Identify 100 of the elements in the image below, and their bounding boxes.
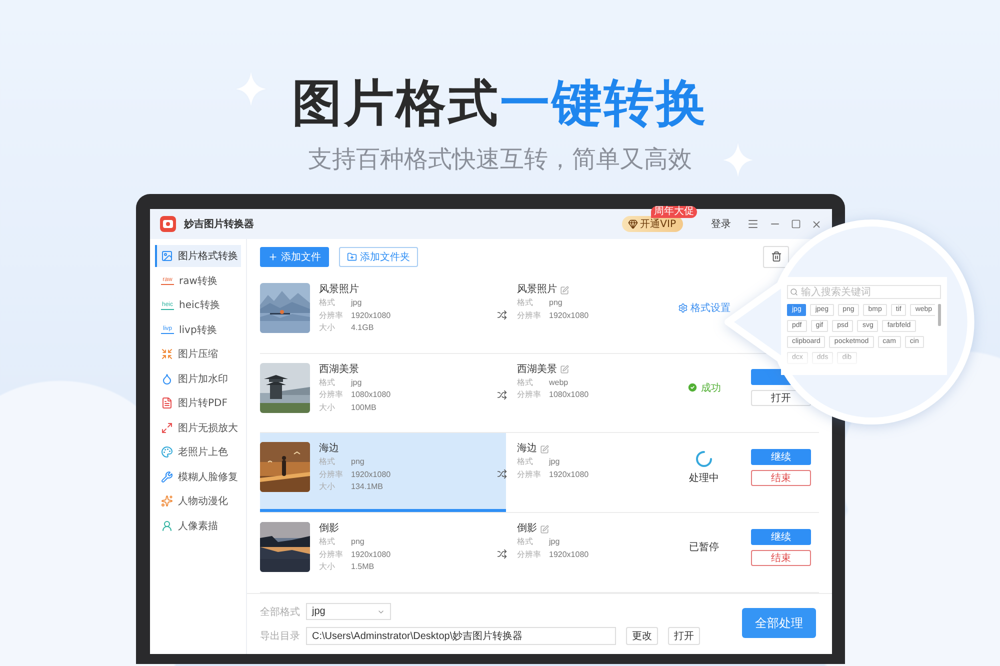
edit-icon[interactable] [560, 286, 569, 294]
export-path-field[interactable]: C:\Users\Adminstrator\Desktop\妙吉图片转换器 [306, 627, 616, 645]
meta-value: 1920x1080 [549, 310, 589, 322]
sidebar-item-label: 图片压缩 [178, 348, 218, 361]
format-select[interactable]: jpg [306, 603, 391, 620]
meta-value: jpg [549, 536, 560, 548]
headline: 图片格式一键转换 [292, 73, 708, 134]
meta-value: 4.1GB [351, 322, 374, 334]
close-icon[interactable] [811, 218, 822, 230]
meta-label: 分辨率 [319, 548, 344, 561]
meta-value: 1920x1080 [549, 468, 589, 481]
sidebar-item[interactable]: 图片无损放大 [155, 416, 241, 438]
status-label: 处理中 [689, 472, 719, 485]
sidebar-item[interactable]: 模糊人脸修复 [155, 466, 241, 488]
meta-label: 格式 [319, 297, 336, 309]
meta-label: 分辨率 [319, 310, 344, 322]
shuffle-icon [497, 469, 507, 480]
meta-value: 1920x1080 [351, 548, 391, 561]
meta-value: jpg [351, 297, 362, 309]
meta-label: 格式 [517, 297, 534, 309]
meta-value: 134.1MB [351, 481, 384, 494]
meta-value: png [351, 536, 364, 548]
field-label: 全部格式 [260, 606, 301, 618]
menu-icon[interactable] [747, 218, 759, 230]
file-name: 风景照片 [319, 283, 359, 297]
spinner-icon [695, 450, 713, 468]
meta-label: 格式 [319, 376, 336, 389]
meta-label: 大小 [319, 561, 336, 574]
meta-value: png [351, 456, 364, 468]
stop-button[interactable]: 结束 [751, 470, 811, 486]
vip-button[interactable]: 开通VIP [622, 216, 683, 232]
output-name: 西湖美景 [517, 362, 557, 377]
sidebar-item[interactable]: 人物动漫化 [155, 490, 241, 512]
sidebar-item-label: 图片加水印 [178, 372, 228, 386]
trash-icon [770, 251, 782, 262]
format-settings-link[interactable]: 格式设置 [678, 301, 730, 315]
sidebar-item-label: 人像素描 [178, 520, 218, 532]
image-icon [161, 250, 173, 262]
meta-label: 分辨率 [517, 389, 542, 402]
edit-icon[interactable] [540, 524, 549, 534]
meta-label: 格式 [319, 536, 336, 548]
login-link[interactable]: 登录 [711, 217, 731, 231]
file-name: 海边 [319, 442, 339, 456]
meta-value: 1920x1080 [549, 548, 589, 561]
sidebar-item-label: 人物动漫化 [178, 495, 228, 508]
field-label: 导出目录 [260, 630, 301, 643]
meta-value: 1.5MB [351, 561, 374, 574]
sidebar-item[interactable]: 图片转PDF [155, 392, 241, 414]
change-button[interactable]: 更改 [626, 627, 658, 645]
meta-value: 1080x1080 [351, 389, 391, 402]
meta-label: 分辨率 [517, 468, 542, 481]
meta-value: 1920x1080 [351, 468, 391, 481]
meta-label: 分辨率 [517, 548, 542, 561]
sidebar-item[interactable]: 老照片上色 [155, 441, 241, 463]
maximize-icon[interactable] [791, 219, 801, 229]
add-folder-button[interactable]: 添加文件夹 [339, 246, 418, 266]
sidebar-item[interactable]: 图片加水印 [155, 368, 241, 390]
add-file-button[interactable]: 添加文件 [260, 246, 329, 266]
edit-icon[interactable] [540, 444, 549, 454]
shuffle-icon [497, 310, 507, 320]
meta-label: 分辨率 [517, 310, 542, 322]
file-name: 西湖美景 [319, 362, 359, 377]
trash-button[interactable] [763, 246, 789, 268]
meta-label: 大小 [319, 402, 336, 414]
continue-button[interactable]: 继续 [751, 448, 811, 465]
sidebar-item-label: raw转换 [179, 274, 218, 288]
search-field[interactable]: 输入搜索关键词 [787, 285, 941, 299]
shrink-icon [161, 348, 173, 360]
sidebar-item[interactable]: 图片格式转换 [155, 245, 241, 267]
meta-value: png [549, 297, 562, 309]
document-icon [161, 397, 173, 409]
stop-button[interactable]: 结束 [751, 550, 811, 566]
palette-icon [161, 446, 173, 458]
open-button[interactable]: 打开 [668, 627, 700, 645]
gem-icon [628, 219, 638, 229]
wrench-icon [161, 470, 173, 482]
sidebar-item[interactable]: 图片压缩 [155, 343, 241, 365]
scrollbar[interactable] [938, 304, 941, 326]
droplet-icon [161, 372, 173, 384]
sidebar-item[interactable]: 人像素描 [155, 514, 241, 536]
expand-icon [161, 422, 173, 434]
sidebar-item-label: 图片转PDF [178, 396, 228, 410]
settings-icon [678, 303, 688, 313]
meta-value: jpg [351, 376, 362, 389]
meta-value: 1080x1080 [549, 389, 589, 402]
person-icon [161, 520, 173, 532]
edit-icon[interactable] [560, 365, 569, 374]
file-name: 倒影 [319, 522, 339, 536]
process-all-button[interactable]: 全部处理 [742, 608, 816, 638]
folder-plus-icon [347, 252, 357, 262]
plus-icon [268, 252, 278, 262]
search-icon [790, 288, 798, 296]
status-label: 成功 [701, 382, 721, 395]
meta-label: 格式 [517, 376, 534, 389]
app-logo [160, 216, 176, 232]
meta-label: 分辨率 [319, 389, 344, 402]
meta-label: 大小 [319, 481, 336, 494]
check-icon [687, 382, 698, 394]
continue-button[interactable]: 继续 [751, 528, 811, 545]
sidebar-item-label: 图片无损放大 [178, 422, 238, 434]
